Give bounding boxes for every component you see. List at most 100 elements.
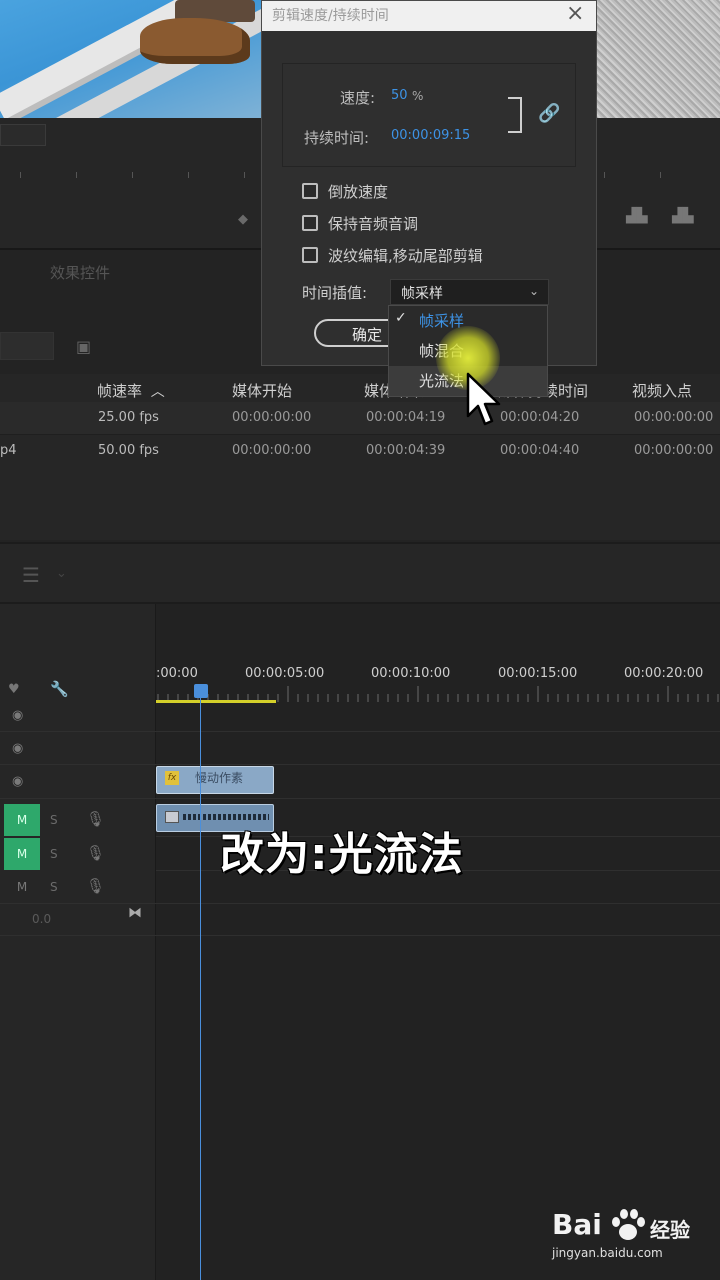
link-icon[interactable]: 🔗: [538, 103, 560, 124]
microphone-icon[interactable]: 🎙: [86, 810, 105, 828]
interpolation-select[interactable]: 帧采样 ⌄: [390, 279, 549, 305]
cell-end: 00:00:04:19: [366, 410, 446, 425]
mute-button[interactable]: M: [4, 838, 40, 870]
ruler-tick: [660, 172, 661, 178]
project-panel-empty-area: [0, 470, 720, 540]
checkbox-box[interactable]: [302, 215, 318, 231]
cell-end: 00:00:04:39: [366, 443, 446, 458]
mute-button[interactable]: M: [4, 804, 40, 836]
tab-effect-controls[interactable]: 效果控件: [50, 262, 110, 283]
timecode-label: :00:00: [156, 666, 198, 681]
close-icon[interactable]: ×: [566, 1, 584, 26]
track-divider: [0, 798, 156, 799]
ruler-tick: [20, 172, 21, 178]
speed-value-input[interactable]: 50: [391, 88, 408, 103]
cell-start: 00:00:00:00: [232, 443, 312, 458]
master-volume-value[interactable]: 0.0: [32, 912, 51, 926]
ruler-tick: [188, 172, 189, 178]
duration-label: 持续时间:: [304, 129, 370, 147]
eye-icon[interactable]: ◉: [12, 774, 23, 789]
snap-icon[interactable]: ♥: [8, 682, 20, 697]
work-area-bar[interactable]: [156, 700, 276, 703]
clip-label: 慢动作素: [195, 771, 244, 785]
cell-fps: 25.00 fps: [98, 410, 159, 425]
cell-duration: 00:00:04:20: [500, 410, 580, 425]
cell-start: 00:00:00:00: [232, 410, 312, 425]
ruler-tick: [132, 172, 133, 178]
track-divider: [0, 764, 156, 765]
speed-label: 速度:: [340, 89, 376, 107]
overwrite-icon[interactable]: ▟▙: [672, 208, 702, 230]
ruler-tick: [76, 172, 77, 178]
microphone-icon[interactable]: 🎙: [86, 877, 105, 895]
ruler-tick: [604, 172, 605, 178]
cell-in: 00:00:00:00: [634, 443, 714, 458]
cell-in: 00:00:00:00: [634, 410, 714, 425]
column-header-media-start[interactable]: 媒体开始: [232, 380, 292, 401]
microphone-icon[interactable]: 🎙: [86, 844, 105, 862]
track-divider: [156, 764, 720, 765]
ruler-tick: [244, 172, 245, 178]
chevron-down-icon: ⌄: [529, 284, 540, 298]
eye-icon[interactable]: ◉: [12, 708, 23, 723]
timeline-tracks[interactable]: [156, 604, 720, 1280]
insert-icon[interactable]: ▟▙: [626, 208, 656, 230]
shoe-shape: [140, 18, 250, 64]
baidu-jingyan-watermark: Bai 经验 jingyan.baidu.com: [552, 1208, 712, 1268]
timecode-label: 00:00:05:00: [245, 666, 325, 681]
tutorial-caption: 改为:光流法: [220, 829, 464, 880]
checkbox-label: 倒放速度: [328, 183, 389, 201]
ok-label: 确定: [352, 326, 383, 344]
video-frame: [0, 0, 262, 118]
checkbox-label: 波纹编辑,移动尾部剪辑: [328, 247, 483, 265]
panel-menu-icon[interactable]: ☰: [22, 563, 40, 587]
duration-value-input[interactable]: 00:00:09:15: [391, 128, 470, 143]
project-search-input[interactable]: [0, 332, 54, 360]
column-header-fps[interactable]: 帧速率 ︿: [97, 380, 165, 401]
marker-icon[interactable]: ◆: [238, 212, 248, 227]
track-divider: [156, 731, 720, 732]
watermark-url: jingyan.baidu.com: [552, 1246, 663, 1260]
checkbox-box[interactable]: [302, 183, 318, 199]
checkmark-icon: ✓: [395, 310, 407, 326]
playhead-handle[interactable]: [194, 684, 208, 698]
dialog-titlebar[interactable]: 剪辑速度/持续时间 ×: [262, 1, 596, 31]
video-frame-wall: [596, 0, 720, 118]
chevron-down-icon[interactable]: ⌄: [56, 566, 67, 581]
table-row[interactable]: p4 50.00 fps 00:00:00:00 00:00:04:39 00:…: [0, 434, 720, 466]
cell-fps: 50.00 fps: [98, 443, 159, 458]
solo-button[interactable]: S: [50, 847, 66, 861]
dialog-title: 剪辑速度/持续时间: [272, 8, 389, 24]
watermark-brand: Bai: [552, 1208, 602, 1241]
table-row[interactable]: 25.00 fps 00:00:00:00 00:00:04:19 00:00:…: [0, 402, 720, 434]
speed-group: [282, 63, 576, 167]
zoom-select[interactable]: [0, 124, 46, 146]
mouse-cursor-icon: [466, 372, 501, 426]
solo-button[interactable]: S: [50, 813, 66, 827]
timecode-label: 00:00:15:00: [498, 666, 578, 681]
eye-icon[interactable]: ◉: [12, 741, 23, 756]
column-header-label: 帧速率: [97, 382, 143, 400]
video-clip[interactable]: fx 慢动作素: [156, 766, 274, 794]
sequence-header: [0, 542, 720, 604]
wrench-icon[interactable]: 🔧: [50, 680, 69, 698]
track-divider: [156, 903, 720, 904]
solo-button[interactable]: S: [50, 880, 66, 894]
interpolation-value: 帧采样: [401, 286, 443, 302]
track-divider: [0, 935, 156, 936]
mute-button[interactable]: M: [4, 871, 40, 903]
bowtie-icon[interactable]: ⧓: [128, 905, 142, 921]
paw-logo-icon: [612, 1209, 645, 1240]
speed-unit: %: [412, 89, 424, 103]
fx-badge-icon: fx: [165, 771, 179, 785]
column-header-video-in[interactable]: 视频入点: [632, 380, 692, 401]
track-divider: [156, 798, 720, 799]
audio-clip-icon: [165, 811, 179, 823]
timecode-label: 00:00:20:00: [624, 666, 704, 681]
track-headers: [0, 604, 156, 1280]
checkbox-box[interactable]: [302, 247, 318, 263]
folder-icon[interactable]: ▣: [76, 337, 91, 356]
playhead-line[interactable]: [200, 694, 201, 1280]
track-divider: [156, 935, 720, 936]
watermark-product: 经验: [650, 1218, 690, 1242]
